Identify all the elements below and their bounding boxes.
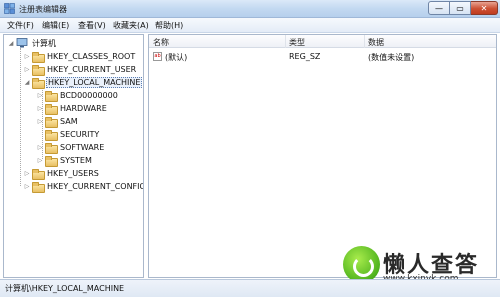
tree-node-security[interactable]: SECURITY [36,128,100,141]
menu-bar: 文件(F) 编辑(E) 查看(V) 收藏夹(A) 帮助(H) [0,18,500,33]
close-button[interactable]: ✕ [471,1,498,15]
expand-arrow-icon[interactable]: ▷ [36,118,44,125]
close-icon: ✕ [480,3,488,13]
tree-node-hardware[interactable]: ▷ HARDWARE [36,102,108,115]
tree-node-system[interactable]: ▷ SYSTEM [36,154,93,167]
column-header-data[interactable]: 数据 [368,37,384,48]
list-header: 名称 类型 数据 [149,35,496,48]
tree-label: HKEY_CURRENT_USER [47,64,137,74]
tree-label: HKEY_LOCAL_MACHINE [46,76,143,88]
computer-icon [16,38,28,48]
minimize-button[interactable]: — [428,1,450,15]
collapse-arrow-icon[interactable]: ◢ [23,79,31,86]
menu-view[interactable]: 查看(V) [78,20,106,31]
tree-label: SOFTWARE [60,142,105,152]
registry-editor-icon [4,3,15,14]
tree-label: SAM [60,116,78,126]
tree-node-hkey-users[interactable]: ▷ HKEY_USERS [23,167,100,180]
expand-arrow-icon[interactable]: ▷ [36,92,44,99]
status-path: 计算机\HKEY_LOCAL_MACHINE [5,284,125,293]
list-row[interactable]: ab (默认) REG_SZ (数值未设置) [149,51,496,63]
folder-icon [32,51,45,63]
folder-icon [45,129,58,141]
tree-connector [20,48,21,186]
tree-label: 计算机 [32,38,56,48]
menu-help[interactable]: 帮助(H) [155,20,183,31]
column-divider[interactable] [285,35,286,48]
folder-icon [45,142,58,154]
title-bar[interactable]: 注册表编辑器 — ▭ ✕ [0,0,500,18]
expand-arrow-icon[interactable]: ▷ [23,66,31,73]
folder-icon [45,90,58,102]
value-data: (数值未设置) [368,53,415,62]
tree-label: SYSTEM [60,155,92,165]
column-divider[interactable] [364,35,365,48]
tree-node-sam[interactable]: ▷ SAM [36,115,79,128]
folder-open-icon [32,77,45,89]
expand-arrow-icon[interactable]: ▷ [36,144,44,151]
tree-node-hkey-classes-root[interactable]: ▷ HKEY_CLASSES_ROOT [23,50,136,63]
menu-edit[interactable]: 编辑(E) [42,20,69,31]
tree-label: HKEY_CURRENT_CONFIG [47,181,144,191]
tree-label: SECURITY [60,129,100,139]
tree-label: HARDWARE [60,103,107,113]
column-header-name[interactable]: 名称 [153,37,169,48]
minimize-icon: — [435,3,443,13]
tree-node-hkey-current-config[interactable]: ▷ HKEY_CURRENT_CONFIG [23,180,144,193]
maximize-icon: ▭ [456,3,464,13]
expand-arrow-icon[interactable]: ▷ [23,170,31,177]
tree-label: HKEY_CLASSES_ROOT [47,51,136,61]
expand-arrow-icon[interactable]: ▷ [36,105,44,112]
folder-icon [32,168,45,180]
maximize-button[interactable]: ▭ [450,1,471,15]
menu-favorites[interactable]: 收藏夹(A) [113,20,149,31]
value-name: (默认) [165,53,188,62]
tree-node-computer[interactable]: ◢ 计算机 [7,37,57,49]
tree-label: BCD00000000 [60,90,118,100]
tree-node-hkey-local-machine[interactable]: ◢ HKEY_LOCAL_MACHINE [23,76,143,89]
value-type: REG_SZ [289,52,321,61]
menu-file[interactable]: 文件(F) [7,20,34,31]
registry-tree[interactable]: ◢ 计算机 ▷ HKEY_CLASSES_ROOT ▷ HKEY_CURRENT… [3,34,144,278]
values-list[interactable]: 名称 类型 数据 ab (默认) REG_SZ (数值未设置) [148,34,497,278]
folder-icon [32,181,45,193]
expand-arrow-icon[interactable]: ▷ [23,53,31,60]
expand-arrow-icon[interactable]: ▷ [36,157,44,164]
watermark-logo [343,246,380,283]
tree-node-software[interactable]: ▷ SOFTWARE [36,141,105,154]
folder-icon [45,103,58,115]
string-value-icon: ab [153,52,162,61]
tree-node-hkey-current-user[interactable]: ▷ HKEY_CURRENT_USER [23,63,137,76]
window-title: 注册表编辑器 [19,5,67,14]
tree-node-bcd00000000[interactable]: ▷ BCD00000000 [36,89,119,102]
status-bar: 计算机\HKEY_LOCAL_MACHINE [0,279,500,297]
folder-icon [45,116,58,128]
folder-icon [45,155,58,167]
column-header-type[interactable]: 类型 [289,37,305,48]
tree-label: HKEY_USERS [47,168,99,178]
folder-icon [32,64,45,76]
expand-arrow-icon[interactable]: ▷ [23,183,31,190]
collapse-arrow-icon[interactable]: ◢ [7,40,15,47]
